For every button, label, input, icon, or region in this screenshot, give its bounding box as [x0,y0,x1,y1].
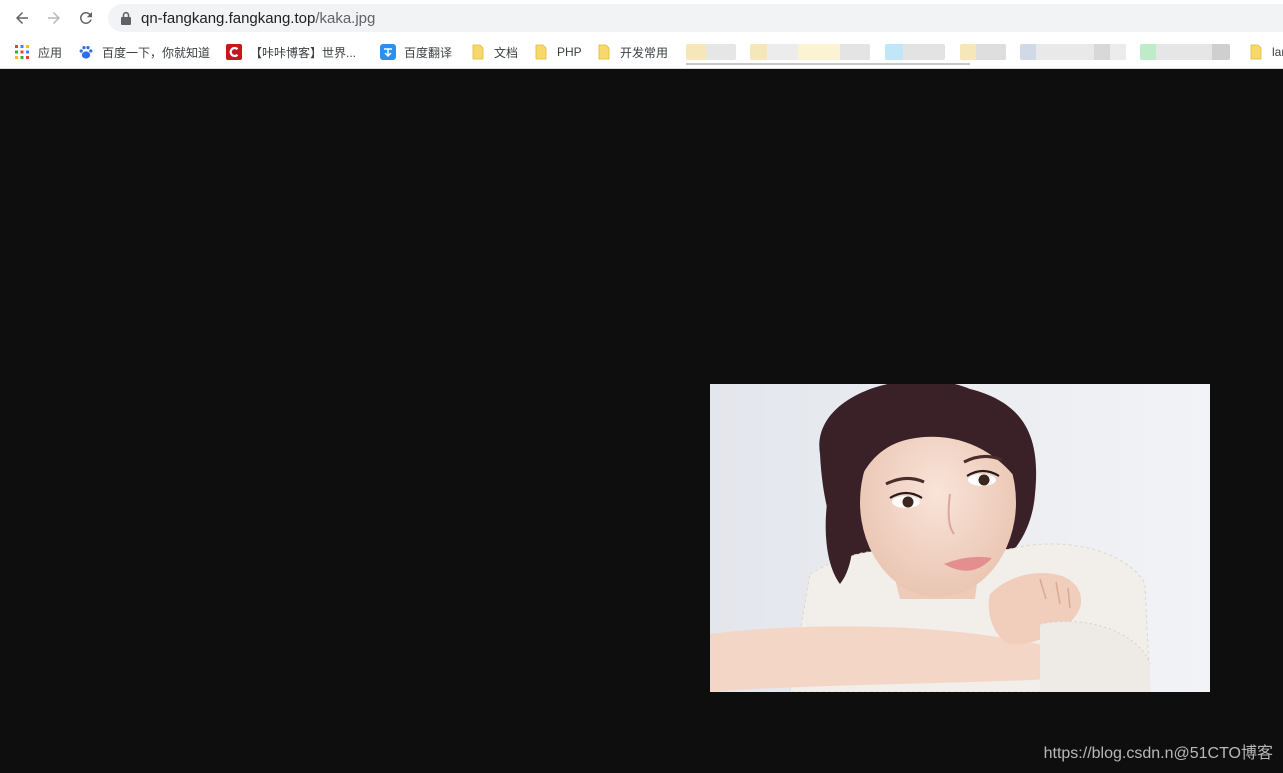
blurred-bookmark[interactable] [960,44,1006,60]
bookmark-folder-dev[interactable]: 开发常用 [596,43,668,61]
image-viewer: https://blog.csdn.n@51CTO博客 [0,69,1283,773]
bookmark-apps[interactable]: 应用 [14,43,62,61]
bookmark-label: 【咔咔博客】世界... [250,45,357,60]
displayed-image[interactable] [710,384,1210,692]
bookmark-label: 应用 [38,45,63,60]
portrait-photo [710,384,1210,692]
url-path: /kaka.jpg [315,9,376,27]
browser-toolbar: qn-fangkang.fangkang.top/kaka.jpg [0,0,1283,36]
bookmark-label: PHP [557,45,582,59]
bookmark-baidu[interactable]: 百度一下，你就知道 [78,43,210,61]
folder-icon [470,44,486,60]
translate-icon [380,44,396,60]
blurred-underline [686,63,970,65]
bookmark-folder-lar[interactable]: lar [1248,43,1283,61]
lock-icon[interactable] [120,11,132,25]
url-host: qn-fangkang.fangkang.top [141,9,316,27]
reload-icon [79,11,92,24]
folder-icon [1248,44,1264,60]
bookmark-label: 文档 [494,45,519,60]
address-bar[interactable]: qn-fangkang.fangkang.top/kaka.jpg [108,4,1283,32]
blurred-bookmark[interactable] [1020,44,1126,60]
baidu-paw-icon [78,44,94,60]
bookmark-label: 百度一下，你就知道 [102,45,211,60]
folder-icon [533,44,549,60]
bookmark-label: lar [1272,45,1283,59]
bookmark-label: 百度翻译 [404,45,453,60]
c-logo-icon [226,44,242,60]
browser-window: qn-fangkang.fangkang.top/kaka.jpg 应用 百度一… [0,0,1283,773]
bookmark-folder-docs[interactable]: 文档 [470,43,518,61]
folder-icon [596,44,612,60]
bookmark-folder-php[interactable]: PHP [533,43,582,61]
arrow-left-icon [16,12,28,24]
bookmark-label: 开发常用 [620,45,669,60]
arrow-right-icon [48,12,60,24]
reload-button[interactable] [74,6,98,30]
blurred-bookmark[interactable] [686,44,736,60]
url-text[interactable]: qn-fangkang.fangkang.top/kaka.jpg [141,10,375,27]
bookmarks-bar: 应用 百度一下，你就知道 【咔咔博客】世界... 百度翻译 文档 PHP 开发常… [0,36,1283,69]
watermark-text: https://blog.csdn.n@51CTO博客 [1043,745,1273,762]
forward-button[interactable] [42,6,66,30]
apps-grid-icon [14,44,30,60]
blurred-bookmark[interactable] [885,44,945,60]
bookmark-kaka-blog[interactable]: 【咔咔博客】世界... [226,43,356,61]
blurred-bookmark[interactable] [750,44,870,60]
bookmark-baidu-translate[interactable]: 百度翻译 [380,43,452,61]
back-button[interactable] [10,6,34,30]
blurred-bookmark[interactable] [1140,44,1230,60]
